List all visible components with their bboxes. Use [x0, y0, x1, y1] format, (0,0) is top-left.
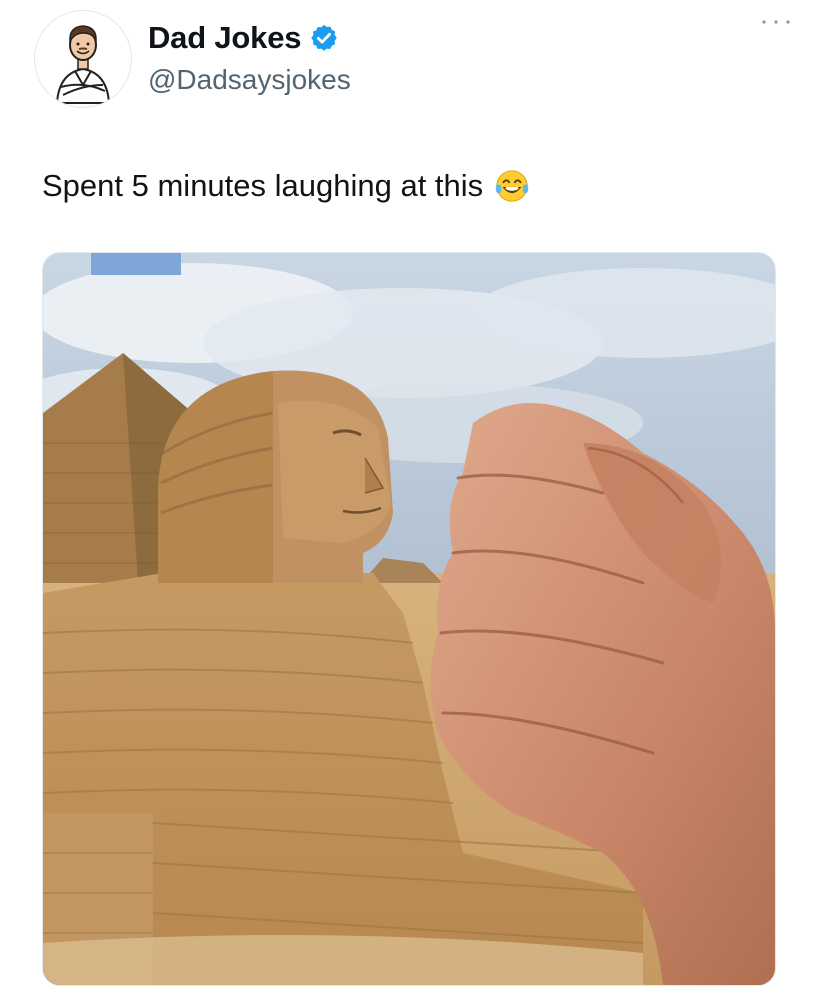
- tears-of-joy-emoji-icon: [495, 170, 529, 202]
- tweet-text: Spent 5 minutes laughing at this: [42, 166, 531, 206]
- more-options-icon[interactable]: [758, 14, 794, 30]
- cartoon-dad-avatar-icon: [36, 12, 130, 106]
- display-name[interactable]: Dad Jokes: [148, 20, 301, 56]
- author-block: Dad Jokes @Dadsaysjokes: [148, 18, 351, 96]
- tweet-body: Spent 5 minutes laughing at this: [42, 168, 484, 203]
- tweet-header: Dad Jokes @Dadsaysjokes: [34, 10, 794, 110]
- avatar[interactable]: [34, 10, 132, 108]
- author-handle[interactable]: @Dadsaysjokes: [148, 64, 351, 96]
- display-name-row: Dad Jokes: [148, 18, 351, 58]
- tweet-media-image[interactable]: [42, 252, 776, 986]
- sphinx-photo: [43, 253, 775, 985]
- verified-badge-icon: [311, 24, 338, 51]
